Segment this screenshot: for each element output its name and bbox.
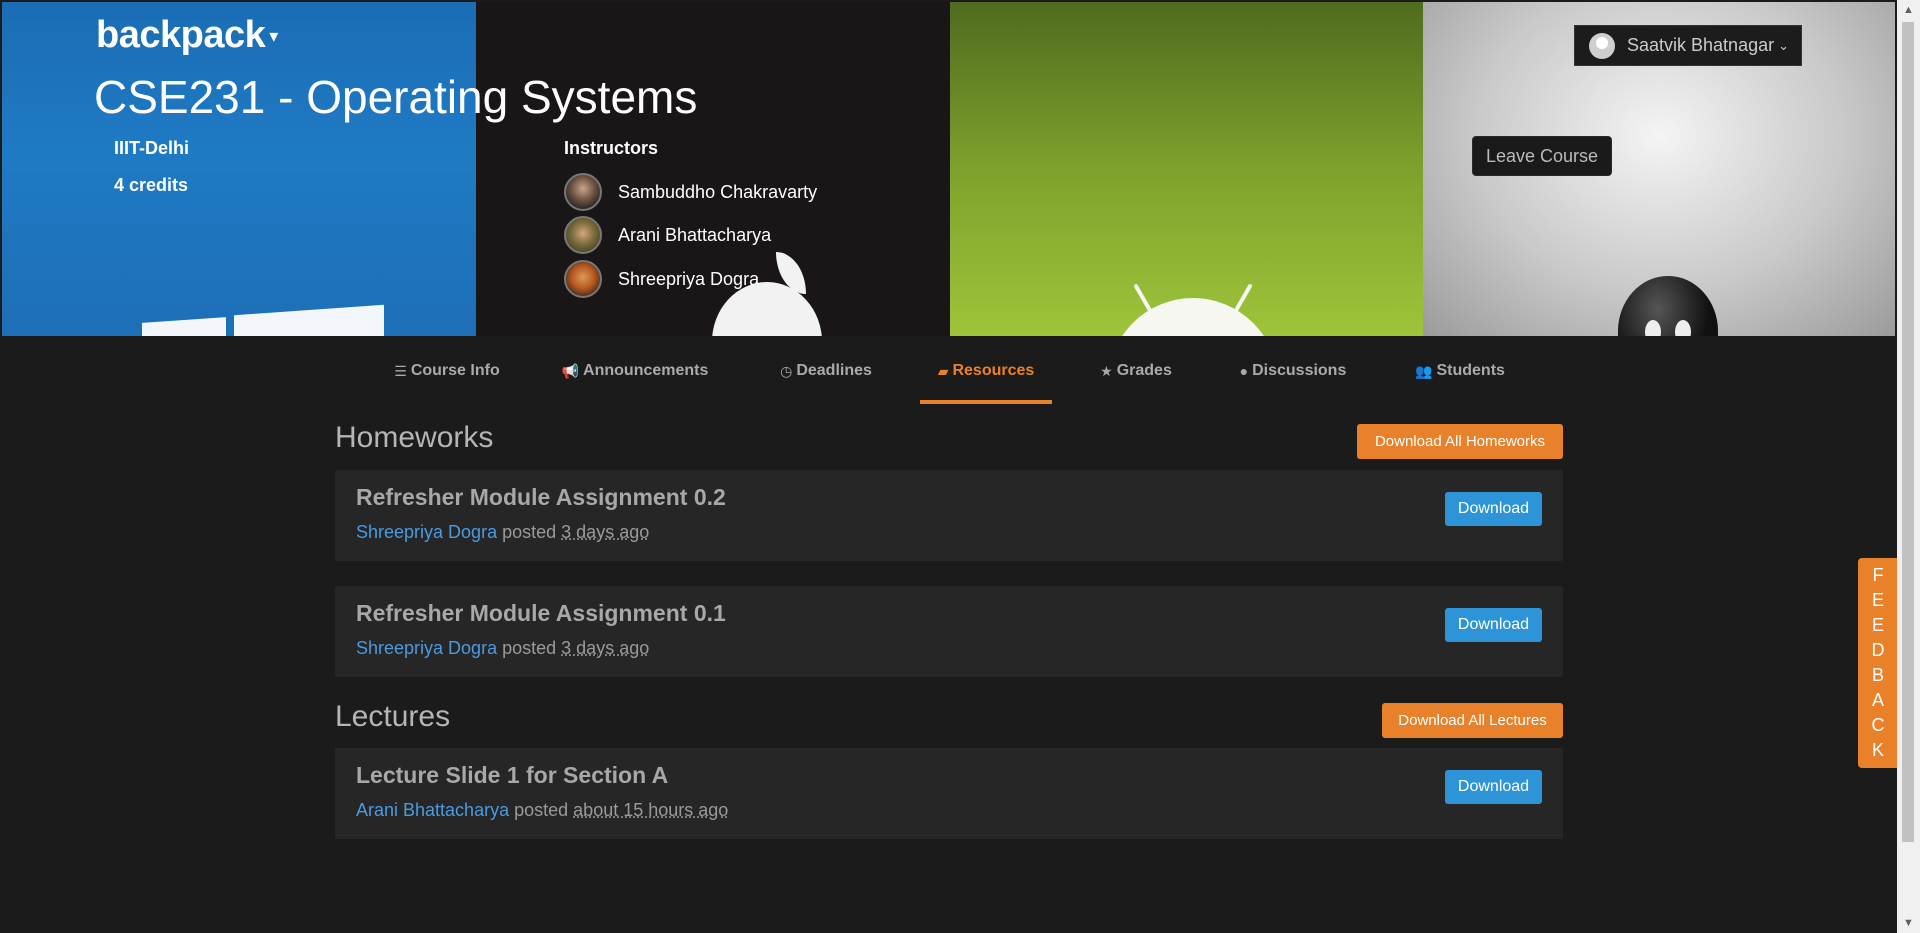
resource-title: Lecture Slide 1 for Section A [356, 762, 669, 788]
star-icon: ★ [1100, 362, 1113, 379]
tab-label: Resources [952, 362, 1035, 379]
users-icon: 👥 [1415, 362, 1433, 379]
author-link[interactable]: Shreepriya Dogra [356, 522, 497, 542]
author-link[interactable]: Arani Bhattacharya [356, 800, 509, 820]
tab-label: Discussions [1252, 362, 1347, 379]
comment-icon: ● [1239, 363, 1249, 379]
tab-label: Announcements [583, 362, 709, 379]
resource-title: Refresher Module Assignment 0.1 [356, 600, 726, 626]
resource-title: Refresher Module Assignment 0.2 [356, 484, 726, 510]
user-avatar-icon [1589, 32, 1615, 59]
feedback-letter: E [1871, 615, 1884, 635]
tab-discussions[interactable]: ● Discussions [1230, 336, 1356, 406]
feedback-letter: D [1871, 640, 1885, 660]
caret-down-icon: ▾ [269, 26, 278, 47]
author-link[interactable]: Shreepriya Dogra [356, 638, 497, 658]
tab-resources[interactable]: ▰ Resources [920, 336, 1052, 406]
scroll-down-arrow-icon[interactable]: ▼ [1897, 913, 1920, 933]
avatar [564, 173, 602, 211]
scrollbar[interactable]: ▲ ▼ [1897, 0, 1920, 933]
course-title: CSE231 - Operating Systems [94, 71, 698, 123]
posted-time: 3 days ago [561, 638, 650, 658]
homeworks-heading: Homeworks [335, 421, 494, 454]
instructor-item[interactable]: Sambuddho Chakravarty [564, 173, 817, 211]
feedback-letter: E [1871, 590, 1884, 610]
tab-grades[interactable]: ★ Grades [1090, 336, 1182, 406]
resource-card: Refresher Module Assignment 0.2 Shreepri… [335, 470, 1563, 561]
instructor-item[interactable]: Arani Bhattacharya [564, 216, 771, 254]
feedback-letter: C [1871, 715, 1885, 735]
course-credits: 4 credits [114, 175, 189, 195]
posted-time: about 15 hours ago [573, 800, 729, 820]
list-icon: ☰ [394, 362, 407, 379]
scrollbar-thumb[interactable] [1902, 22, 1914, 842]
posted-time: 3 days ago [561, 522, 650, 542]
scroll-up-arrow-icon[interactable]: ▲ [1897, 0, 1920, 20]
tab-label: Course Info [410, 362, 500, 379]
feedback-letter: A [1871, 690, 1884, 710]
download-button[interactable]: Download [1445, 492, 1542, 526]
user-menu[interactable]: Saatvik Bhatnagar ⌄ [1574, 25, 1802, 66]
feedback-letter: B [1871, 665, 1884, 685]
tab-deadlines[interactable]: ◷ Deadlines [768, 336, 884, 406]
avatar [564, 260, 602, 298]
user-name: Saatvik Bhatnagar [1627, 35, 1775, 55]
bullhorn-icon: 📢 [561, 362, 580, 379]
feedback-tab[interactable]: F E E D B A C K [1858, 558, 1898, 768]
posted-label: posted [502, 522, 557, 542]
resource-meta: Arani Bhattacharya posted about 15 hours… [356, 800, 728, 821]
instructor-name: Arani Bhattacharya [618, 224, 772, 245]
resource-card: Lecture Slide 1 for Section A Arani Bhat… [335, 748, 1563, 839]
download-button[interactable]: Download [1445, 608, 1542, 642]
posted-label: posted [514, 800, 569, 820]
download-all-lectures-button[interactable]: Download All Lectures [1382, 703, 1563, 738]
instructors-heading: Instructors [564, 138, 659, 158]
resource-card: Refresher Module Assignment 0.1 Shreepri… [335, 586, 1563, 677]
tab-course-info[interactable]: ☰ Course Info [384, 336, 510, 406]
posted-label: posted [502, 638, 557, 658]
feedback-letter: K [1871, 740, 1884, 760]
brand-logo-menu[interactable]: backpack ▾ [96, 14, 278, 57]
tab-label: Students [1436, 362, 1505, 379]
tab-label: Grades [1116, 362, 1172, 379]
download-button[interactable]: Download [1445, 770, 1542, 804]
android-banner-panel [950, 2, 1423, 336]
instructor-name: Shreepriya Dogra [618, 268, 760, 289]
tab-label: Deadlines [796, 362, 872, 379]
lectures-heading: Lectures [335, 700, 451, 733]
institute-name: IIIT-Delhi [114, 138, 190, 158]
instructor-name: Sambuddho Chakravarty [618, 181, 818, 202]
clock-icon: ◷ [780, 362, 793, 379]
chevron-down-icon: ⌄ [1778, 37, 1789, 53]
resource-meta: Shreepriya Dogra posted 3 days ago [356, 522, 649, 543]
instructor-item[interactable]: Shreepriya Dogra [564, 260, 759, 298]
course-tabs: ☰ Course Info 📢 Announcements ◷ Deadlines ▰… [0, 336, 1895, 406]
tab-students[interactable]: 👥 Students [1410, 336, 1510, 406]
download-all-homeworks-button[interactable]: Download All Homeworks [1357, 424, 1563, 459]
book-icon: ▰ [937, 362, 949, 379]
leave-course-button[interactable]: Leave Course [1472, 136, 1612, 176]
avatar [564, 216, 602, 254]
brand-name: backpack [96, 14, 266, 56]
resource-meta: Shreepriya Dogra posted 3 days ago [356, 638, 649, 659]
tab-announcements[interactable]: 📢 Announcements [552, 336, 718, 406]
feedback-letter: F [1872, 565, 1884, 585]
